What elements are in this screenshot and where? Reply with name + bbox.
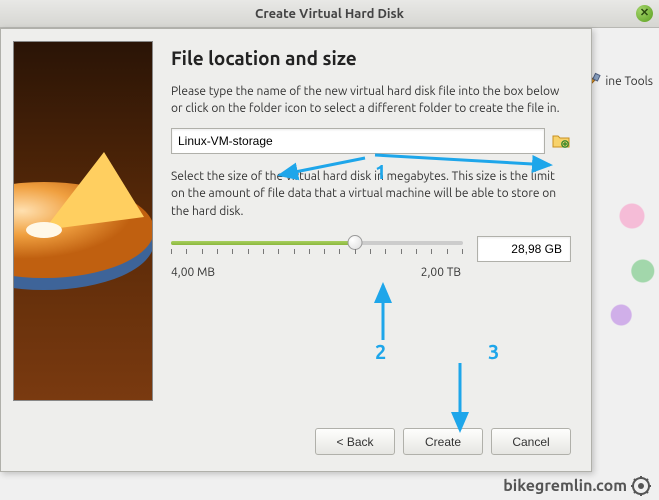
range-max: 2,00 TB [421, 266, 461, 279]
size-slider[interactable] [171, 241, 463, 257]
titlebar: Create Virtual Hard Disk ✕ [0, 0, 659, 28]
wizard-content: File location and size Please type the n… [153, 41, 579, 459]
size-input[interactable] [477, 236, 571, 262]
slider-thumb[interactable] [347, 235, 362, 250]
desc-path: Please type the name of the new virtual … [171, 83, 571, 118]
close-icon[interactable]: ✕ [636, 5, 653, 22]
slider-range-labels: 4,00 MB 2,00 TB [171, 266, 571, 279]
browse-folder-button[interactable] [551, 131, 571, 151]
desc-size: Select the size of the virtual hard disk… [171, 168, 571, 220]
wizard-dialog: File location and size Please type the n… [0, 28, 592, 472]
back-button[interactable]: < Back [315, 428, 395, 455]
file-path-input[interactable] [171, 128, 545, 154]
page-heading: File location and size [171, 47, 571, 69]
size-row [171, 236, 571, 262]
background-decoration [605, 150, 659, 370]
gear-icon [631, 476, 651, 496]
wizard-buttons: < Back Create Cancel [171, 428, 571, 459]
range-min: 4,00 MB [171, 266, 215, 279]
background-toolbar-item[interactable]: ine Tools [583, 72, 653, 90]
watermark: bikegremlin.com [503, 476, 651, 496]
path-row [171, 128, 571, 154]
wizard-illustration [13, 41, 153, 401]
folder-icon [552, 133, 570, 149]
create-button[interactable]: Create [403, 428, 483, 455]
cancel-button[interactable]: Cancel [491, 428, 571, 455]
window-title: Create Virtual Hard Disk [255, 7, 404, 21]
